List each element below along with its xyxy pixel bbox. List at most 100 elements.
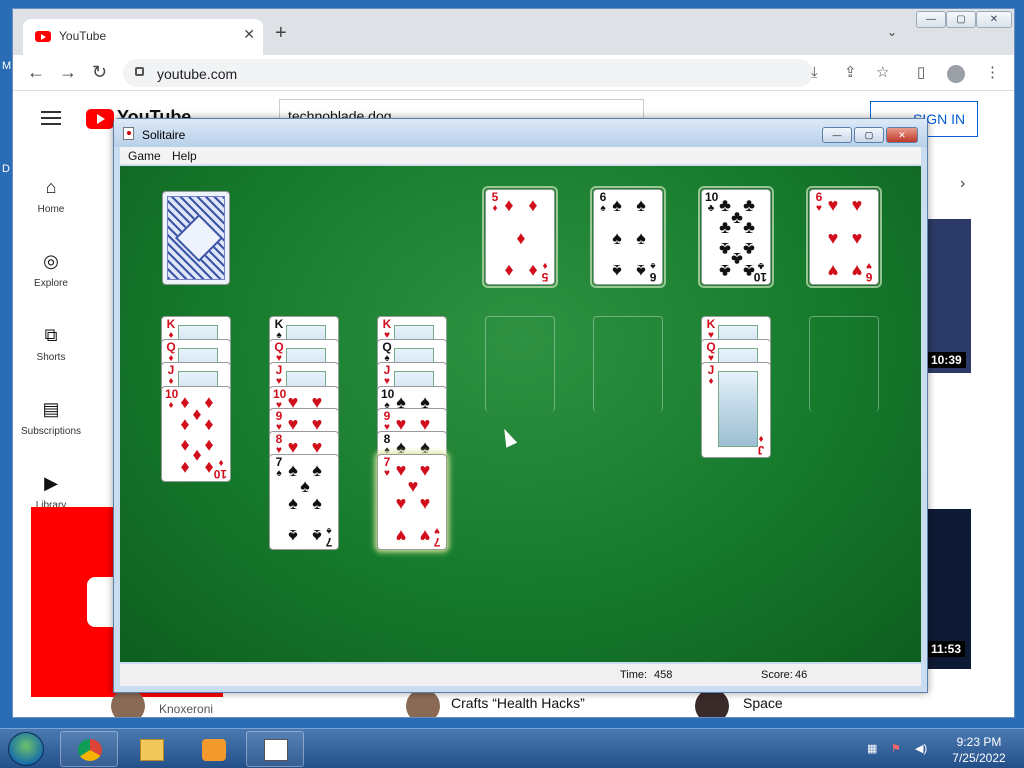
card-rank-text: 5 [541, 270, 549, 284]
sidebar-item-shorts[interactable]: ⧉ Shorts [13, 325, 89, 363]
bookmark-star-icon[interactable]: ☆ [876, 65, 889, 80]
minimize-button[interactable]: — [916, 11, 946, 28]
youtube-logo-icon[interactable] [86, 109, 114, 129]
game-board[interactable]: 5 ♦ 5 ♦ ♦ ♦ ♦ ♦ ♦ 6 ♠ 6 ♠ ♠ ♠ ♠ ♠ ♠ ♠ 10 ♣ 10 ♣ ♣ ♣ ♣ ♣ ♣ ♣ ♣ ♣ ♣ ♣ 6 ♥ 6 ♥ ♥… [120, 166, 921, 662]
solitaire-titlebar[interactable]: Solitaire — ▢ ✕ [114, 119, 927, 147]
playing-card[interactable]: 10 ♦ 10 ♦ ♦ ♦ ♦ ♦ ♦ ♦ ♦ ♦ ♦ ♦ [161, 386, 231, 482]
address-bar[interactable]: youtube.com [123, 59, 813, 87]
taskbar-explorer[interactable] [122, 731, 180, 767]
close-button[interactable]: ✕ [886, 127, 918, 143]
menu-dots-icon[interactable]: ⋮ [985, 65, 1000, 80]
hamburger-menu-icon[interactable] [41, 111, 61, 125]
video-thumbnail[interactable] [928, 219, 971, 373]
playing-card[interactable]: 7 ♥ 7 ♥ ♥ ♥ ♥ ♥ ♥ ♥ ♥ [377, 454, 447, 550]
channel-avatar[interactable] [695, 689, 729, 717]
profile-avatar[interactable] [947, 65, 965, 83]
taskbar-media-player[interactable] [184, 731, 242, 767]
taskbar-solitaire[interactable] [246, 731, 304, 767]
channel-avatar[interactable] [111, 689, 145, 717]
suit-pip-icon: ♥ [395, 493, 407, 513]
maximize-button[interactable]: ▢ [854, 127, 884, 143]
browser-toolbar: ← → ↻ youtube.com ⤓ ⇪ ☆ ▯ ⋮ [13, 55, 1014, 91]
video-title[interactable]: Crafts “Health Hacks” [451, 695, 585, 711]
card-rank-text: Q [382, 340, 392, 354]
card-rank-text: 7 [383, 455, 391, 469]
playing-card[interactable]: 5 ♦ 5 ♦ ♦ ♦ ♦ ♦ ♦ [485, 189, 555, 285]
card-rank-text: J [383, 363, 391, 377]
tab-youtube[interactable]: YouTube ✕ [23, 19, 263, 55]
card-pips: ♦ ♦ ♦ ♦ ♦ [500, 196, 542, 281]
card-rank-text: Q [166, 340, 176, 354]
side-panel-icon[interactable]: ▯ [917, 65, 925, 80]
suit-pip-icon: ♥ [827, 261, 839, 281]
card-pips: ♦ ♦ ♦ ♦ ♦ ♦ ♦ ♦ ♦ ♦ [176, 393, 218, 478]
card-rank-text: J [757, 443, 765, 457]
action-center-icon[interactable]: ⚑ [891, 742, 905, 755]
playing-card[interactable]: 6 ♥ 6 ♥ ♥ ♥ ♥ ♥ ♥ ♥ [809, 189, 879, 285]
card-pips: ♠ ♠ ♠ ♠ ♠ ♠ [608, 195, 650, 281]
tab-close-button[interactable]: ✕ [243, 26, 255, 43]
menu-game[interactable]: Game [128, 149, 161, 163]
card-rank-text: 6 [865, 270, 873, 284]
tableau-empty-slot[interactable] [593, 316, 663, 412]
maximize-button[interactable]: ▢ [946, 11, 976, 28]
video-title[interactable]: Space [743, 695, 783, 711]
card-rank-text: 7 [325, 535, 333, 549]
card-rank: Q♦ [165, 341, 177, 364]
channel-avatar[interactable] [406, 689, 440, 717]
close-button[interactable]: ✕ [976, 11, 1012, 28]
subscriptions-icon: ▤ [42, 399, 60, 419]
new-tab-button[interactable]: + [275, 23, 287, 43]
suit-pip-icon: ♥ [827, 228, 839, 248]
playing-card[interactable]: 7 ♠ 7 ♠ ♠ ♠ ♠ ♠ ♠ ♠ ♠ [269, 454, 339, 550]
card-rank-text: Q [274, 340, 284, 354]
network-icon[interactable]: ▦ [867, 742, 881, 755]
card-pips: ♥ ♥ ♥ ♥ ♥ ♥ ♥ [392, 461, 434, 546]
sidebar-item-home[interactable]: ⌂ Home [13, 177, 89, 215]
menu-help[interactable]: Help [172, 149, 197, 163]
forward-icon[interactable]: → [59, 63, 77, 81]
suit-pip-icon: ♦ [528, 261, 538, 281]
playing-card[interactable]: J♦J♦ [701, 362, 771, 458]
sidebar-item-explore[interactable]: ◎ Explore [13, 251, 89, 289]
start-button[interactable] [8, 732, 44, 766]
card-rank-text: 9 [275, 409, 283, 423]
sidebar-item-library[interactable]: ▶ Library [13, 473, 89, 511]
tab-search-button[interactable]: ⌄ [887, 25, 897, 39]
minimize-button[interactable]: — [822, 127, 852, 143]
chevron-right-icon[interactable]: › [960, 176, 965, 192]
card-rank-text: J [275, 363, 283, 377]
reload-icon[interactable]: ↻ [92, 63, 107, 81]
suit-pip-icon: ♠ [636, 195, 646, 215]
card-rank-text: 6 [599, 190, 607, 204]
card-pips: ♠ ♠ ♠ ♠ ♠ ♠ ♠ [284, 461, 326, 546]
stock-pile[interactable] [162, 191, 230, 285]
clock[interactable]: 9:23 PM 7/25/2022 [944, 734, 1014, 766]
share-icon[interactable]: ⇪ [844, 65, 857, 80]
suit-pip-icon: ♥ [395, 526, 407, 546]
taskbar-chrome[interactable] [60, 731, 118, 767]
card-pips: ♥ ♥ ♥ ♥ ♥ ♥ [824, 196, 866, 281]
card-rank-text: 6 [815, 190, 823, 204]
suit-pip-icon: ♥ [851, 261, 863, 281]
channel-name[interactable]: Knoxeroni [159, 702, 213, 716]
card-rank-text: 6 [649, 270, 657, 284]
tableau-empty-slot[interactable] [809, 316, 879, 412]
install-icon[interactable]: ⤓ [811, 65, 818, 80]
playing-card[interactable]: 6 ♠ 6 ♠ ♠ ♠ ♠ ♠ ♠ ♠ [593, 189, 663, 285]
suit-pip-icon: ♦ [180, 414, 190, 434]
suit-pip-icon: ♠ [612, 228, 622, 248]
playing-card[interactable]: 10 ♣ 10 ♣ ♣ ♣ ♣ ♣ ♣ ♣ ♣ ♣ ♣ ♣ [701, 189, 771, 285]
address-text[interactable]: youtube.com [157, 66, 237, 82]
back-icon[interactable]: ← [27, 63, 45, 81]
volume-icon[interactable]: ◀) [915, 742, 929, 755]
suit-pip-icon: ♥ [851, 228, 863, 248]
card-rank-text: 7 [275, 455, 283, 469]
sidebar-item-subscriptions[interactable]: ▤ Subscriptions [13, 399, 89, 437]
card-rank: K♦ [165, 318, 177, 341]
tableau-empty-slot[interactable] [485, 316, 555, 412]
library-icon: ▶ [44, 473, 58, 493]
suit-pip-icon: ♣ [719, 261, 731, 281]
sidebar-item-label: Subscriptions [20, 426, 82, 437]
suit-pip-icon: ♠ [288, 493, 298, 513]
